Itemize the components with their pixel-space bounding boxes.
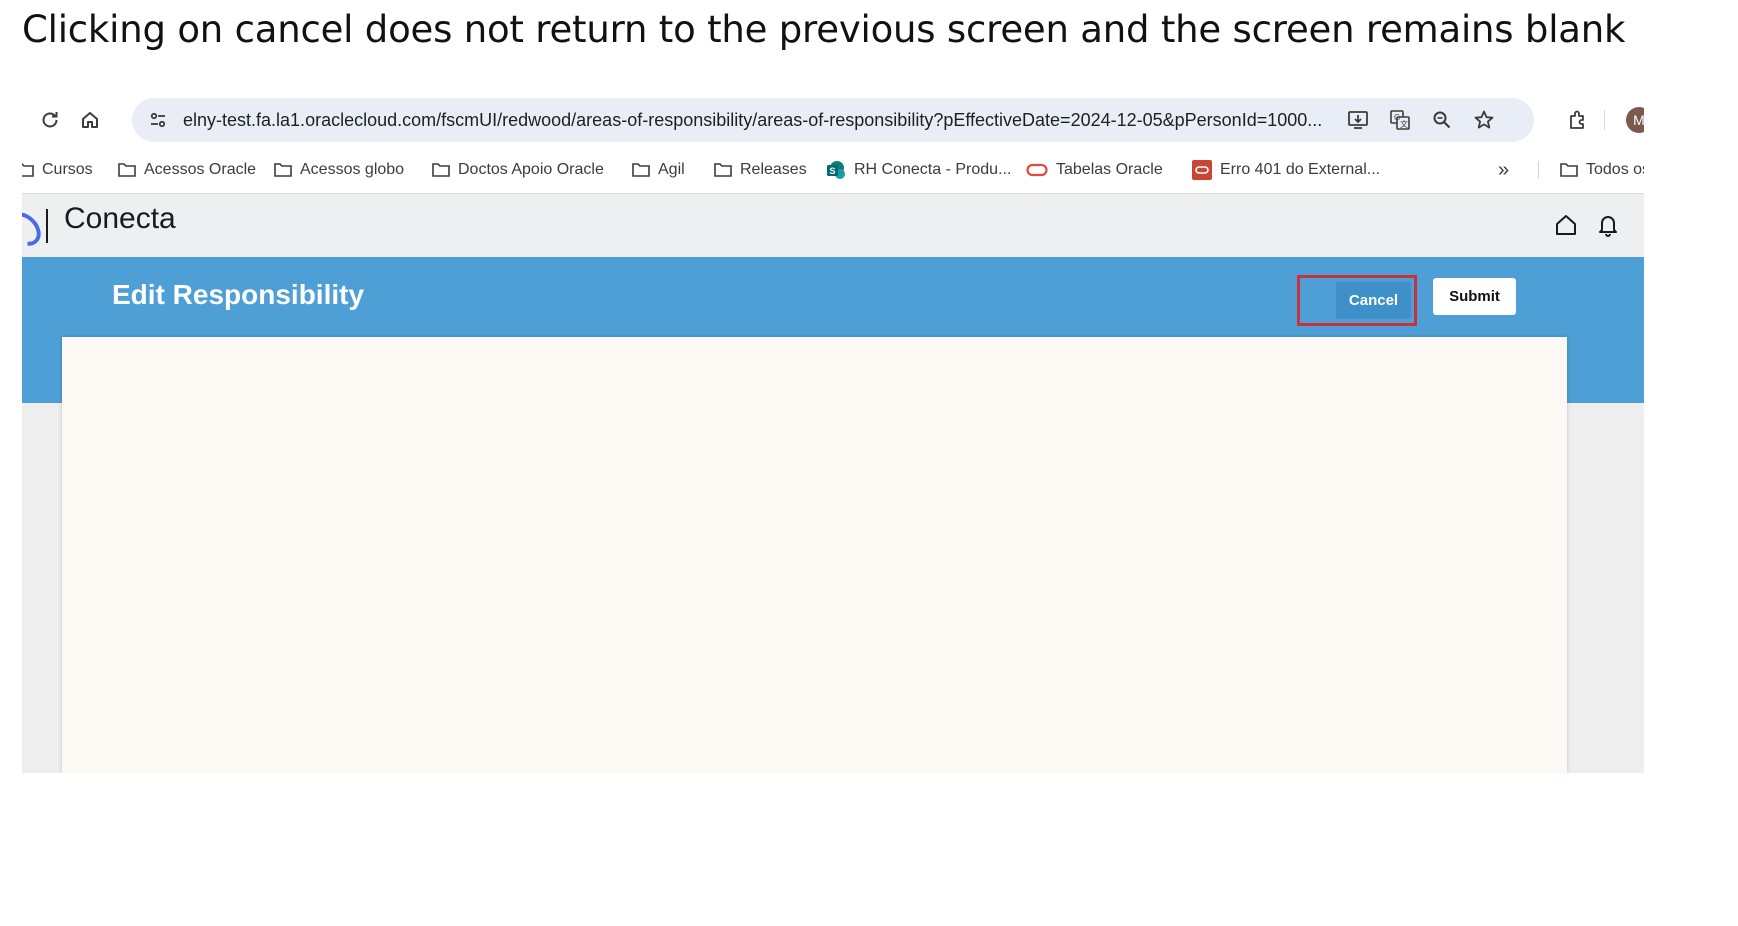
folder-icon (22, 163, 34, 177)
app-header: Conecta (22, 194, 1644, 257)
notifications-bell-icon[interactable] (1594, 211, 1622, 239)
caption-text: Clicking on cancel does not return to th… (22, 8, 1626, 51)
folder-icon (1560, 163, 1578, 177)
browser-toolbar: elny-test.fa.la1.oraclecloud.com/fscmUI/… (22, 93, 1644, 147)
bookmark-label: Releases (740, 161, 807, 178)
bookmark-label: Cursos (42, 161, 93, 178)
bookmark-label: Erro 401 do External... (1220, 161, 1381, 178)
reload-icon[interactable] (36, 106, 64, 134)
bookmark-tabelas-oracle[interactable]: Tabelas Oracle (1026, 147, 1163, 193)
logo-icon[interactable] (22, 205, 48, 253)
bookmark-cursos[interactable]: Cursos (22, 147, 93, 193)
bookmark-doctos-apoio-oracle[interactable]: Doctos Apoio Oracle (432, 147, 604, 193)
brand-divider (46, 209, 48, 243)
svg-text:S: S (830, 166, 836, 176)
bookmark-star-icon[interactable] (1470, 106, 1498, 134)
folder-icon (432, 163, 450, 177)
bookmarks-divider (1538, 161, 1539, 179)
bookmark-label: Todos os fa (1586, 161, 1644, 178)
translate-icon[interactable]: G文 (1386, 106, 1414, 134)
bookmark-label: RH Conecta - Produ... (854, 161, 1012, 178)
address-bar[interactable]: elny-test.fa.la1.oraclecloud.com/fscmUI/… (132, 98, 1534, 142)
install-app-icon[interactable] (1344, 106, 1372, 134)
bookmark-agil[interactable]: Agil (632, 147, 685, 193)
screenshot-frame: elny-test.fa.la1.oraclecloud.com/fscmUI/… (22, 93, 1644, 773)
bookmark-label: Doctos Apoio Oracle (458, 161, 604, 178)
bookmark-label: Tabelas Oracle (1056, 161, 1163, 178)
bookmark-label: Acessos globo (300, 161, 405, 178)
url-text[interactable]: elny-test.fa.la1.oraclecloud.com/fscmUI/… (183, 98, 1322, 142)
blank-content-panel (62, 337, 1567, 773)
toolbar-divider (1604, 110, 1605, 130)
bookmark-erro-401[interactable]: Erro 401 do External... (1192, 147, 1380, 193)
page-title: Edit Responsibility (112, 279, 365, 310)
chevron-double-right-icon: » (1498, 158, 1510, 181)
home-icon[interactable] (76, 106, 104, 134)
profile-avatar[interactable]: M (1626, 107, 1644, 133)
bookmark-acessos-oracle[interactable]: Acessos Oracle (118, 147, 256, 193)
submit-button[interactable]: Submit (1433, 278, 1516, 315)
folder-icon (632, 163, 650, 177)
app-brand[interactable]: Conecta (64, 202, 176, 236)
extensions-icon[interactable] (1564, 106, 1592, 134)
home-icon[interactable] (1552, 211, 1580, 239)
svg-text:文: 文 (1400, 119, 1408, 129)
bookmark-label: Agil (658, 161, 685, 178)
sharepoint-icon: S (827, 161, 845, 179)
site-info-icon[interactable] (144, 106, 172, 134)
bookmarks-bar: Cursos Acessos Oracle Acessos globo Doct… (22, 147, 1644, 194)
oracle-red-icon (1192, 160, 1212, 180)
bookmark-other-folder[interactable]: Todos os fa (1560, 147, 1644, 193)
bookmark-acessos-globo[interactable]: Acessos globo (274, 147, 404, 193)
folder-icon (118, 163, 136, 177)
folder-icon (714, 163, 732, 177)
cancel-highlight-box (1297, 275, 1417, 326)
folder-icon (274, 163, 292, 177)
bookmarks-overflow-button[interactable]: » (1498, 147, 1509, 193)
zoom-icon[interactable] (1428, 106, 1456, 134)
bookmark-label: Acessos Oracle (144, 161, 257, 178)
oracle-icon (1026, 163, 1048, 177)
bookmark-releases[interactable]: Releases (714, 147, 807, 193)
bookmark-rh-conecta[interactable]: S RH Conecta - Produ... (826, 147, 1011, 193)
